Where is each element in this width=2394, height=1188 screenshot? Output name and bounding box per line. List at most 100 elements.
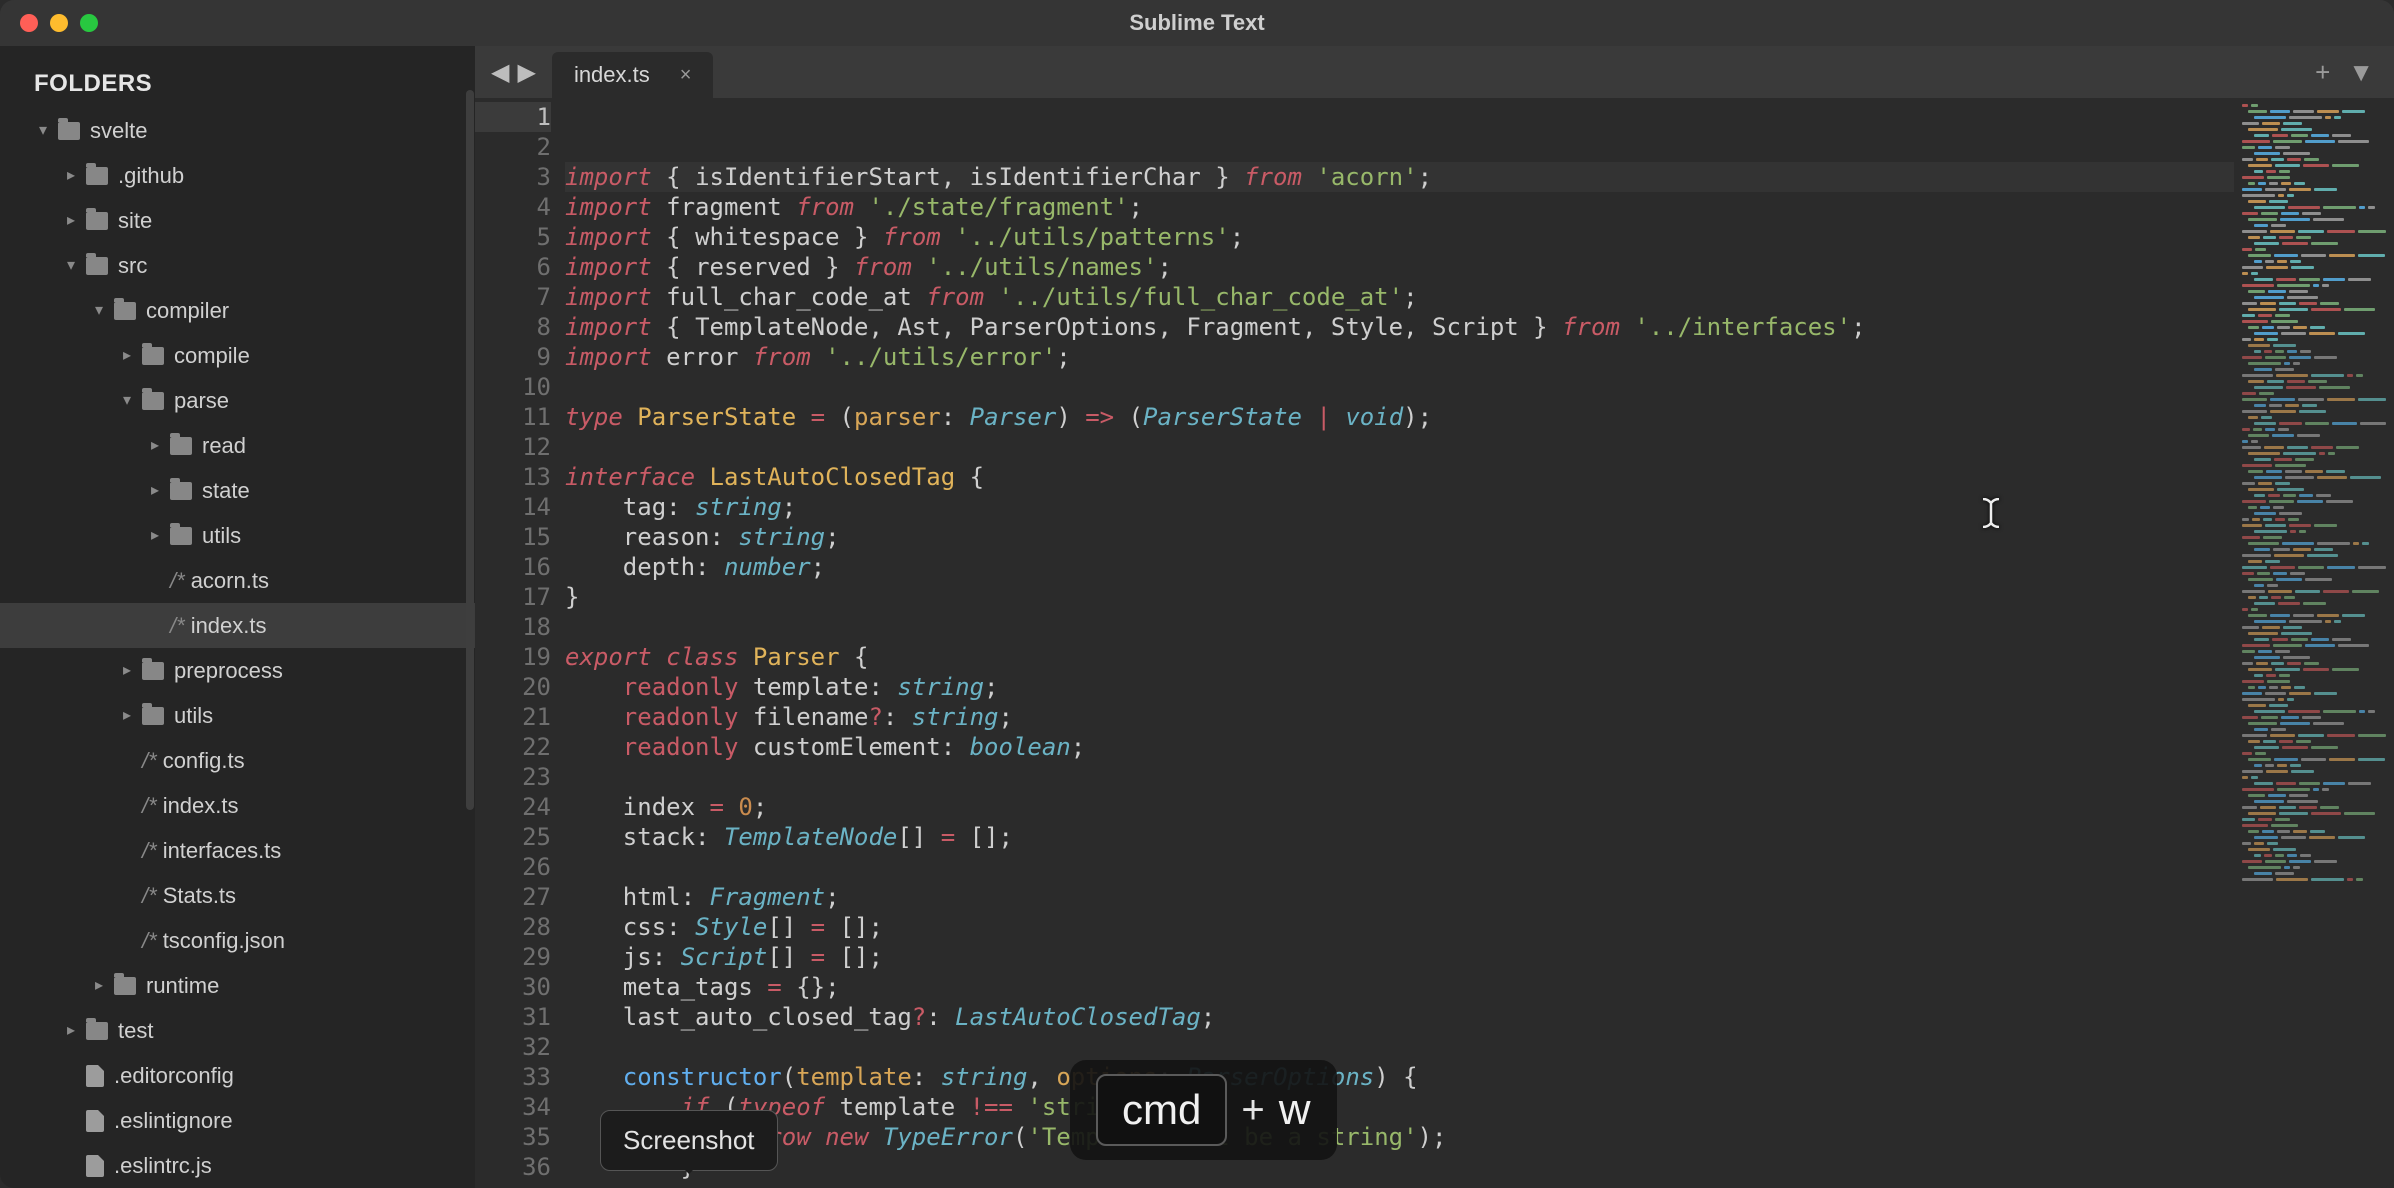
line-number[interactable]: 30 <box>475 972 551 1002</box>
file-row[interactable]: /*tsconfig.json <box>0 918 475 963</box>
disclosure-icon[interactable]: ▸ <box>62 168 80 184</box>
code-line[interactable]: import { whitespace } from '../utils/pat… <box>565 222 2234 252</box>
line-number[interactable]: 32 <box>475 1032 551 1062</box>
file-row[interactable]: /*Stats.ts <box>0 873 475 918</box>
folder-row[interactable]: ▸utils <box>0 693 475 738</box>
code-line[interactable] <box>565 762 2234 792</box>
nav-forward-icon[interactable]: ▶ <box>517 58 535 87</box>
new-tab-button[interactable]: + <box>2315 57 2330 88</box>
line-number[interactable]: 6 <box>475 252 551 282</box>
line-number[interactable]: 29 <box>475 942 551 972</box>
code-line[interactable]: type ParserState = (parser: Parser) => (… <box>565 402 2234 432</box>
line-number[interactable]: 23 <box>475 762 551 792</box>
minimize-window-button[interactable] <box>50 14 68 32</box>
file-row[interactable]: /*index.ts <box>0 783 475 828</box>
code-line[interactable] <box>565 432 2234 462</box>
line-number[interactable]: 34 <box>475 1092 551 1122</box>
folder-row[interactable]: ▸utils <box>0 513 475 558</box>
line-number[interactable]: 17 <box>475 582 551 612</box>
file-row[interactable]: .eslintignore <box>0 1098 475 1143</box>
code-line[interactable]: last_auto_closed_tag?: LastAutoClosedTag… <box>565 1002 2234 1032</box>
code-line[interactable] <box>565 372 2234 402</box>
line-number[interactable]: 25 <box>475 822 551 852</box>
line-number[interactable]: 18 <box>475 612 551 642</box>
folder-row[interactable]: ▸.github <box>0 153 475 198</box>
maximize-window-button[interactable] <box>80 14 98 32</box>
file-tab[interactable]: index.ts× <box>552 52 714 98</box>
disclosure-icon[interactable]: ▸ <box>146 438 164 454</box>
code-line[interactable]: stack: TemplateNode[] = []; <box>565 822 2234 852</box>
file-row[interactable]: /*index.ts <box>0 603 475 648</box>
code-line[interactable]: js: Script[] = []; <box>565 942 2234 972</box>
code-line[interactable] <box>565 1032 2234 1062</box>
folder-row[interactable]: ▸state <box>0 468 475 513</box>
line-number[interactable]: 33 <box>475 1062 551 1092</box>
file-row[interactable]: /*interfaces.ts <box>0 828 475 873</box>
line-number[interactable]: 8 <box>475 312 551 342</box>
line-number[interactable]: 13 <box>475 462 551 492</box>
disclosure-icon[interactable]: ▸ <box>146 483 164 499</box>
disclosure-icon[interactable]: ▸ <box>62 1023 80 1039</box>
line-number[interactable]: 36 <box>475 1152 551 1182</box>
line-number[interactable]: 14 <box>475 492 551 522</box>
disclosure-icon[interactable]: ▾ <box>62 258 80 274</box>
folder-row[interactable]: ▾svelte <box>0 108 475 153</box>
disclosure-icon[interactable]: ▸ <box>146 528 164 544</box>
folder-row[interactable]: ▸compile <box>0 333 475 378</box>
line-number[interactable]: 7 <box>475 282 551 312</box>
sidebar-scrollbar[interactable] <box>466 90 474 810</box>
code-editor[interactable]: import { isIdentifierStart, isIdentifier… <box>565 98 2234 1188</box>
line-number[interactable]: 26 <box>475 852 551 882</box>
tab-overflow-button[interactable]: ▼ <box>2348 57 2374 88</box>
titlebar[interactable]: Sublime Text <box>0 0 2394 46</box>
line-number[interactable]: 22 <box>475 732 551 762</box>
line-number[interactable]: 11 <box>475 402 551 432</box>
folder-row[interactable]: ▸runtime <box>0 963 475 1008</box>
code-line[interactable]: html: Fragment; <box>565 882 2234 912</box>
line-number[interactable]: 10 <box>475 372 551 402</box>
code-line[interactable]: tag: string; <box>565 492 2234 522</box>
code-line[interactable]: import full_char_code_at from '../utils/… <box>565 282 2234 312</box>
code-line[interactable]: import error from '../utils/error'; <box>565 342 2234 372</box>
disclosure-icon[interactable]: ▾ <box>118 393 136 409</box>
close-window-button[interactable] <box>20 14 38 32</box>
code-line[interactable] <box>565 852 2234 882</box>
line-number[interactable]: 28 <box>475 912 551 942</box>
code-line[interactable]: constructor(template: string, options: P… <box>565 1062 2234 1092</box>
code-line[interactable]: readonly customElement: boolean; <box>565 732 2234 762</box>
line-number[interactable]: 24 <box>475 792 551 822</box>
line-number[interactable]: 4 <box>475 192 551 222</box>
line-number[interactable]: 9 <box>475 342 551 372</box>
code-line[interactable]: interface LastAutoClosedTag { <box>565 462 2234 492</box>
disclosure-icon[interactable]: ▸ <box>118 348 136 364</box>
folder-row[interactable]: ▾compiler <box>0 288 475 333</box>
line-number[interactable]: 1 <box>475 102 551 132</box>
code-line[interactable]: reason: string; <box>565 522 2234 552</box>
line-number[interactable]: 19 <box>475 642 551 672</box>
folder-row[interactable]: ▸site <box>0 198 475 243</box>
line-number[interactable]: 5 <box>475 222 551 252</box>
folder-row[interactable]: ▾parse <box>0 378 475 423</box>
code-line[interactable]: } <box>565 582 2234 612</box>
code-line[interactable]: export class Parser { <box>565 642 2234 672</box>
disclosure-icon[interactable]: ▸ <box>62 213 80 229</box>
disclosure-icon[interactable]: ▸ <box>118 663 136 679</box>
file-row[interactable]: .editorconfig <box>0 1053 475 1098</box>
line-number[interactable]: 21 <box>475 702 551 732</box>
line-number[interactable]: 16 <box>475 552 551 582</box>
code-line[interactable]: meta_tags = {}; <box>565 972 2234 1002</box>
disclosure-icon[interactable]: ▸ <box>90 978 108 994</box>
code-line[interactable]: readonly template: string; <box>565 672 2234 702</box>
disclosure-icon[interactable]: ▾ <box>34 123 52 139</box>
file-row[interactable]: .eslintrc.js <box>0 1143 475 1188</box>
file-row[interactable]: /*config.ts <box>0 738 475 783</box>
code-line[interactable] <box>565 612 2234 642</box>
tab-close-icon[interactable]: × <box>680 64 692 87</box>
file-row[interactable]: /*acorn.ts <box>0 558 475 603</box>
line-number[interactable]: 27 <box>475 882 551 912</box>
folder-row[interactable]: ▸preprocess <box>0 648 475 693</box>
line-number[interactable]: 12 <box>475 432 551 462</box>
line-number[interactable]: 35 <box>475 1122 551 1152</box>
folder-row[interactable]: ▾src <box>0 243 475 288</box>
code-line[interactable]: import { TemplateNode, Ast, ParserOption… <box>565 312 2234 342</box>
